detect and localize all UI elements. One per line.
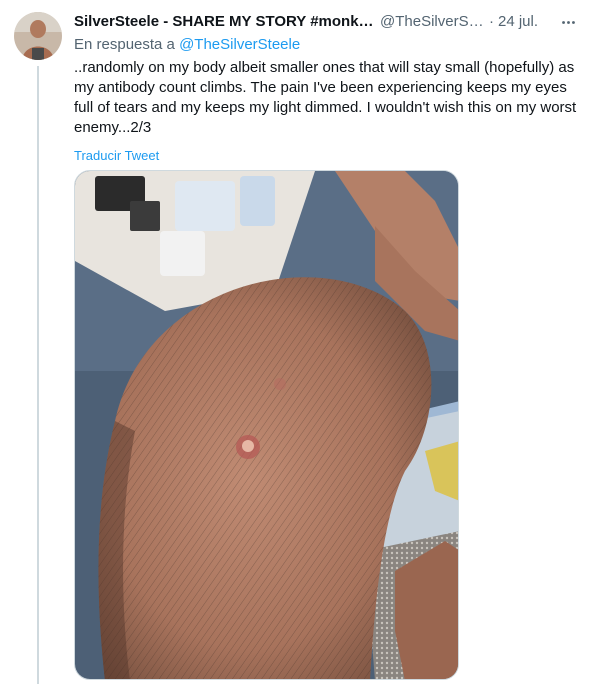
author-handle[interactable]: @TheSilverSt... bbox=[380, 12, 485, 32]
reply-mention-link[interactable]: @TheSilverSteele bbox=[179, 36, 300, 53]
tweet[interactable]: SilverSteele - SHARE MY STORY #monke... … bbox=[0, 0, 590, 684]
knee-photo-image bbox=[75, 171, 458, 679]
tweet-text: ..randomly on my body albeit smaller one… bbox=[74, 59, 577, 136]
reply-prefix: En respuesta a bbox=[74, 36, 175, 53]
tweet-photo[interactable] bbox=[74, 170, 459, 680]
tweet-timestamp[interactable]: 24 jul. bbox=[498, 12, 538, 32]
thread-line bbox=[37, 66, 39, 684]
author-name[interactable]: SilverSteele - SHARE MY STORY #monke... bbox=[74, 12, 374, 32]
more-horizontal-icon bbox=[561, 20, 575, 24]
separator-dot: · bbox=[489, 13, 494, 30]
reply-context: En respuesta a @TheSilverSteele bbox=[74, 35, 578, 55]
author-avatar[interactable] bbox=[14, 12, 62, 60]
translate-tweet-link[interactable]: Traducir Tweet bbox=[74, 148, 578, 164]
avatar-image bbox=[14, 12, 62, 60]
tweet-content: SilverSteele - SHARE MY STORY #monke... … bbox=[74, 12, 578, 164]
more-options-button[interactable] bbox=[558, 12, 578, 32]
tweet-header: SilverSteele - SHARE MY STORY #monke... … bbox=[74, 12, 578, 32]
